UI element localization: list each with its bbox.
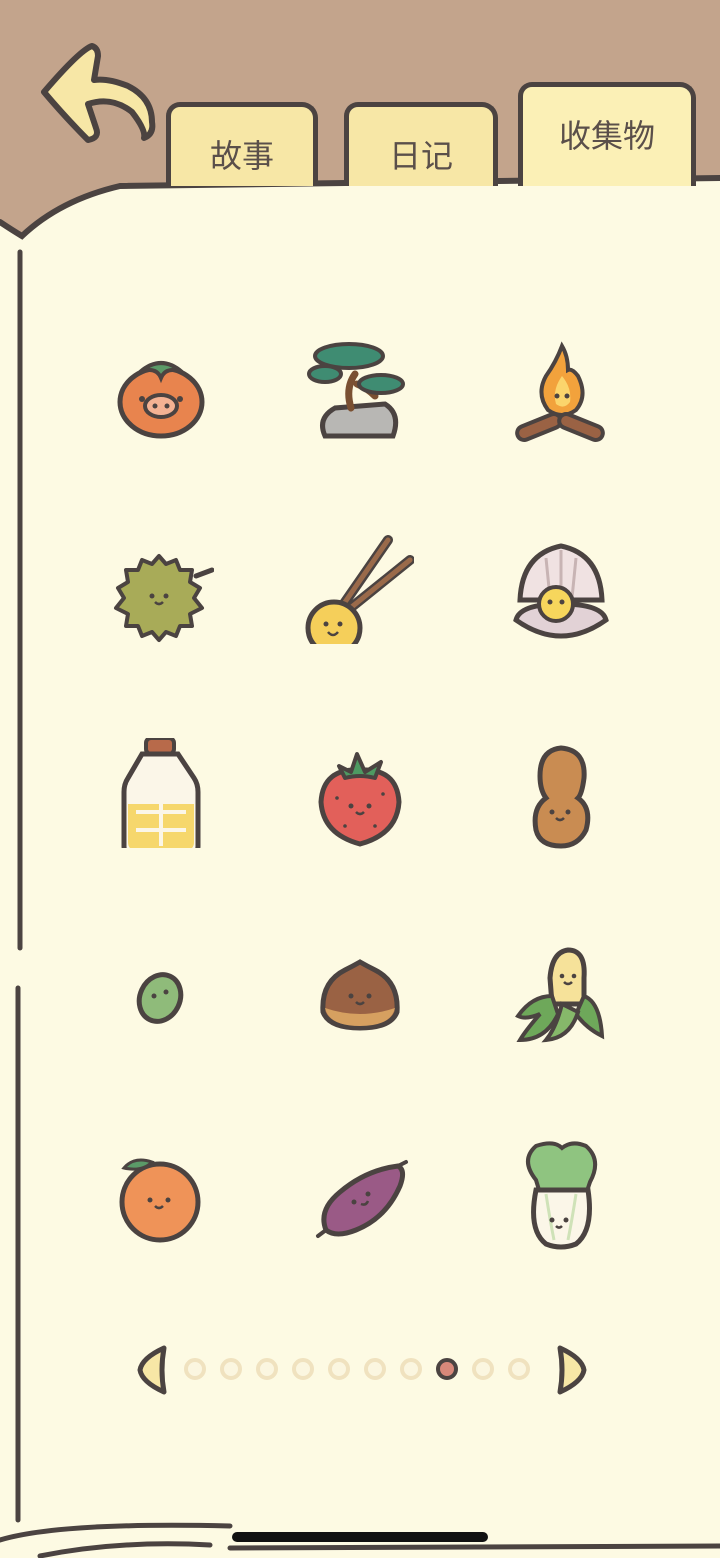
collection-item-sweet-potato[interactable] (306, 1146, 416, 1256)
page-dot-6[interactable] (364, 1358, 386, 1380)
collection-item-pearl-shell[interactable] (506, 540, 616, 650)
bok-choy-icon (526, 1141, 598, 1250)
collection-item-tangyuan-skewer[interactable] (304, 534, 414, 644)
collection-item-bonsai[interactable] (305, 338, 415, 448)
orange-icon (119, 1158, 201, 1243)
bonsai-icon (307, 342, 405, 439)
page-dot-2[interactable] (220, 1358, 242, 1380)
peanut-icon (532, 745, 591, 849)
page-dot-8[interactable] (436, 1358, 458, 1380)
collection-item-persimmon[interactable] (106, 344, 216, 454)
page-dot-9[interactable] (472, 1358, 494, 1380)
chevron-right-icon (557, 1345, 587, 1395)
bean-icon (136, 972, 184, 1024)
collection-item-bean[interactable] (106, 942, 216, 1052)
tab-diary-label: 日记 (388, 136, 453, 175)
persimmon-icon (117, 361, 205, 439)
tab-collection-label: 收集物 (558, 116, 655, 155)
page-dot-1[interactable] (184, 1358, 206, 1380)
page-dot-3[interactable] (256, 1358, 278, 1380)
pearl-shell-icon (513, 543, 609, 639)
collection-item-bok-choy[interactable] (506, 1140, 616, 1250)
page-dot-10[interactable] (508, 1358, 530, 1380)
chevron-left-icon (137, 1345, 167, 1395)
collection-item-peanut[interactable] (506, 742, 616, 852)
collection-item-durian[interactable] (104, 542, 214, 652)
campfire-icon (515, 341, 605, 442)
next-page-button[interactable] (554, 1344, 588, 1396)
page-indicator (130, 1340, 590, 1400)
page-dot-4[interactable] (292, 1358, 314, 1380)
banana-icon (515, 947, 605, 1043)
chestnut-icon (320, 959, 400, 1031)
prev-page-button[interactable] (136, 1344, 170, 1396)
tangyuan-skewer-icon (305, 535, 414, 644)
collection-item-strawberry[interactable] (305, 748, 415, 858)
durian-icon (114, 554, 214, 642)
sweet-potato-icon (316, 1160, 408, 1238)
strawberry-icon (318, 752, 402, 847)
tab-collection[interactable]: 收集物 (518, 82, 696, 186)
tab-diary[interactable]: 日记 (344, 102, 498, 186)
oil-bottle-icon (121, 738, 201, 848)
back-button[interactable] (36, 40, 156, 150)
back-arrow-icon (41, 43, 156, 143)
page-dot-7[interactable] (400, 1358, 422, 1380)
collection-item-campfire[interactable] (506, 340, 616, 450)
collection-item-banana[interactable] (506, 944, 616, 1054)
tab-story[interactable]: 故事 (166, 102, 318, 186)
collection-item-oil-bottle[interactable] (106, 738, 216, 848)
tab-story-label: 故事 (209, 136, 274, 175)
home-indicator[interactable] (232, 1532, 488, 1542)
collection-item-chestnut[interactable] (305, 944, 415, 1054)
page-dot-5[interactable] (328, 1358, 350, 1380)
collection-screen: 故事 日记 收集物 (0, 0, 720, 1558)
collection-item-orange[interactable] (106, 1146, 216, 1256)
